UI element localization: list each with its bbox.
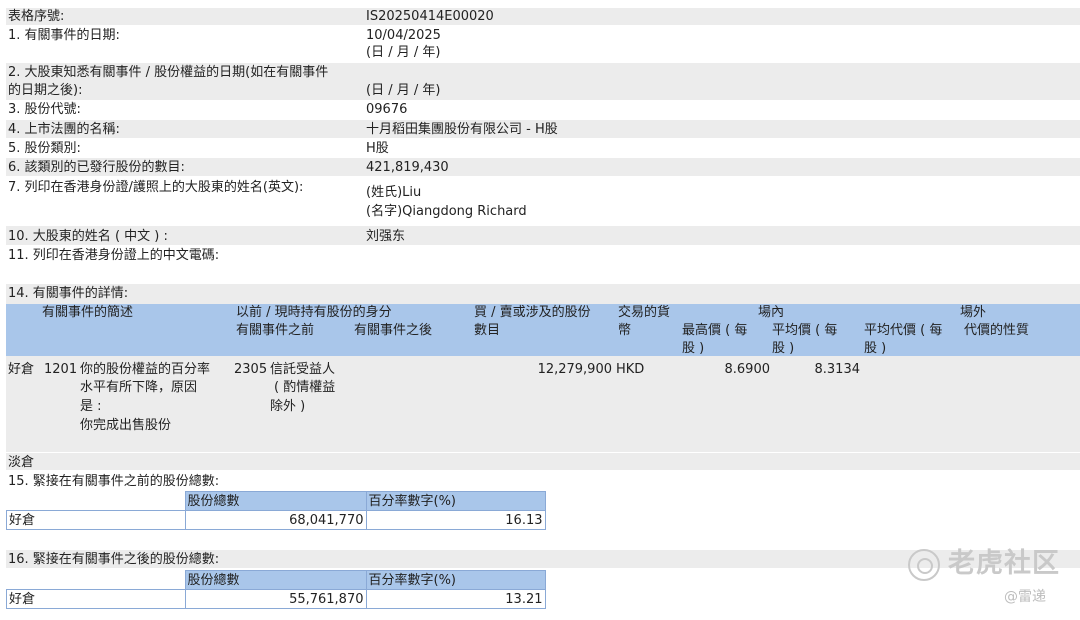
item4-value: 十月稻田集團股份有限公司 - H股: [366, 122, 558, 137]
header-off-exchange: 場外: [960, 305, 987, 320]
capacity-line1: 信託受益人: [270, 362, 336, 377]
item16-shares: 55,761,870: [184, 589, 367, 609]
event-desc-line2: 水平有所下降，原因: [80, 380, 198, 395]
header-avg-price: 平均價 ( 每: [772, 323, 838, 338]
item5-label: 5. 股份類別:: [8, 141, 81, 156]
item15-col-shares: 股份總數: [184, 491, 367, 511]
form-no-label: 表格序號:: [8, 9, 65, 24]
item16-row-label: 好倉: [6, 589, 186, 609]
row-band: [6, 284, 1080, 304]
watermark-brand: 老虎社区: [908, 541, 1060, 581]
header-shares-2: 數目: [474, 323, 501, 338]
header-currency: 交易的貨: [618, 305, 671, 320]
event-desc-line3: 是 :: [80, 399, 102, 414]
capacity-code: 2305: [234, 362, 268, 377]
header-high-price-2: 股 ): [682, 341, 705, 356]
event-desc-line1: 你的股份權益的百分率: [80, 362, 211, 377]
header-consideration-nature: 代價的性質: [964, 323, 1030, 338]
tiger-logo-icon: [908, 548, 940, 581]
form-no-value: IS20250414E00020: [366, 9, 494, 24]
item2-hint: (日 / 月 / 年): [366, 83, 441, 98]
short-position-label: 淡倉: [8, 455, 35, 470]
item15-row-label: 好倉: [6, 510, 186, 530]
item15-shares: 68,041,770: [184, 510, 367, 530]
row-band: [6, 8, 1080, 25]
event-desc-line4: 你完成出售股份: [80, 418, 172, 433]
item1-value: 10/04/2025: [366, 28, 441, 43]
item4-label: 4. 上市法團的名稱:: [8, 122, 120, 137]
item6-label: 6. 該類別的已發行股份的數目:: [8, 160, 185, 175]
item2-label-line2: 的日期之後):: [8, 83, 83, 98]
header-avg-price-2: 股 ): [772, 341, 795, 356]
item15-pct: 16.13: [365, 510, 546, 530]
item14-label: 14. 有關事件的詳情:: [8, 286, 129, 301]
header-currency-2: 幣: [618, 323, 632, 338]
item15-label: 15. 緊接在有關事件之前的股份總數:: [8, 474, 220, 489]
watermark-author: @雷递: [1004, 589, 1046, 605]
item16-col-pct: 百分率數字(%): [365, 570, 546, 590]
item16-label: 16. 緊接在有關事件之後的股份總數:: [8, 552, 220, 567]
item1-label: 1. 有關事件的日期:: [8, 28, 120, 43]
item6-value: 421,819,430: [366, 160, 449, 175]
header-on-exchange: 場內: [758, 305, 785, 320]
item16-col-shares: 股份總數: [184, 570, 367, 590]
item3-label: 3. 股份代號:: [8, 102, 81, 117]
event-currency: HKD: [616, 362, 645, 377]
item7-label: 7. 列印在香港身份證/護照上的大股東的姓名(英文):: [8, 180, 304, 195]
item15-table: 股份總數 百分率數字(%) 好倉 68,041,770 16.13: [6, 491, 546, 530]
header-before: 有關事件之前: [236, 323, 315, 338]
item10-value: 刘强东: [366, 229, 406, 244]
item7-surname: (姓氏)Liu: [366, 185, 422, 200]
item16-pct: 13.21: [365, 589, 546, 609]
header-shares: 買 / 賣或涉及的股份: [474, 305, 591, 320]
capacity-line2: ( 酌情權益: [274, 380, 336, 395]
item11-label: 11. 列印在香港身份證上的中文電碼:: [8, 248, 220, 263]
capacity-line3: 除外 ): [270, 399, 306, 414]
item5-value: H股: [366, 141, 389, 156]
header-capacity: 以前 / 現時持有股份的身分: [236, 305, 392, 320]
item15-col-pct: 百分率數字(%): [365, 491, 546, 511]
item10-label: 10. 大股東的姓名 ( 中文 ) :: [8, 229, 168, 244]
event-shares: 12,279,900: [537, 362, 612, 377]
event-high-price: 8.6900: [724, 362, 771, 377]
event-avg-price: 8.3134: [814, 362, 861, 377]
header-after: 有關事件之後: [354, 323, 433, 338]
header-avg-consideration-2: 股 ): [864, 341, 887, 356]
header-avg-consideration: 平均代價 ( 每: [864, 323, 943, 338]
event-position: 好倉: [8, 362, 35, 377]
event-code: 1201: [44, 362, 78, 377]
item7-given-name: (名字)Qiangdong Richard: [366, 204, 527, 219]
item16-table: 股份總數 百分率數字(%) 好倉 55,761,870 13.21: [6, 570, 546, 609]
item3-value: 09676: [366, 102, 408, 117]
header-high-price: 最高價 ( 每: [682, 323, 748, 338]
watermark-brand-text: 老虎社区: [948, 548, 1060, 579]
row-band: [6, 453, 1080, 470]
header-event: 有關事件的簡述: [42, 305, 134, 320]
item2-label-line1: 2. 大股東知悉有關事件 / 股份權益的日期(如在有關事件: [8, 65, 329, 80]
item1-hint: (日 / 月 / 年): [366, 45, 441, 60]
